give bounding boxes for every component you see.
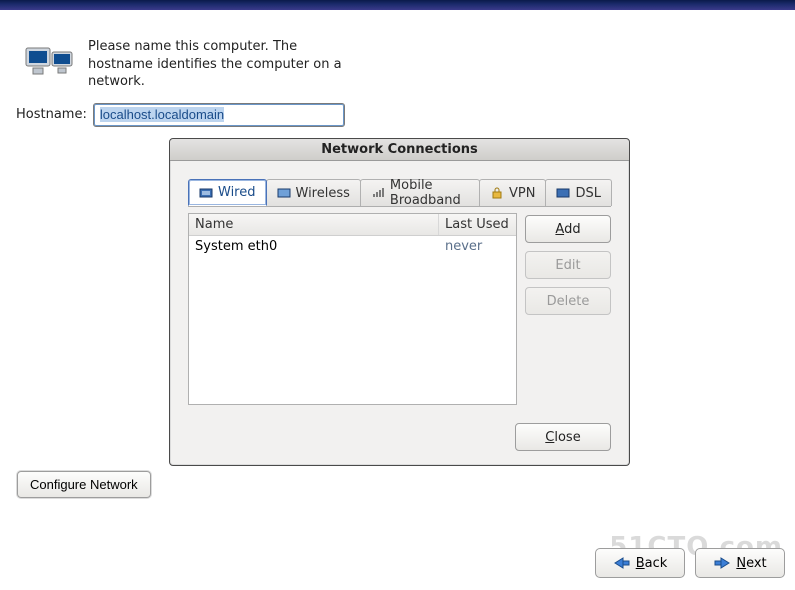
back-button-label: Back [636, 556, 668, 571]
hostname-label: Hostname: [16, 107, 87, 122]
configure-network-button[interactable]: Configure Network [17, 471, 151, 498]
network-connections-dialog: Network Connections Wired Wireless Mobil… [169, 138, 630, 466]
hostname-row: Hostname: [16, 103, 795, 127]
cell-last-used: never [439, 236, 516, 258]
close-button-label: Close [545, 430, 580, 445]
edit-button: Edit [525, 251, 611, 279]
tab-label: Wired [218, 185, 256, 200]
column-name[interactable]: Name [189, 214, 439, 235]
dialog-title: Network Connections [170, 139, 629, 161]
dsl-icon [556, 186, 570, 200]
panel-row: Name Last Used System eth0 never Add Edi… [188, 213, 611, 405]
top-banner [0, 0, 795, 10]
table-row[interactable]: System eth0 never [189, 236, 516, 258]
wired-icon [199, 186, 213, 200]
tab-label: DSL [575, 186, 601, 201]
edit-button-label: Edit [555, 258, 580, 273]
tab-mobile-broadband[interactable]: Mobile Broadband [360, 179, 480, 206]
vpn-icon [490, 186, 504, 200]
dialog-body: Wired Wireless Mobile Broadband VPN [170, 161, 629, 417]
side-buttons: Add Edit Delete [525, 215, 611, 405]
connections-grid[interactable]: Name Last Used System eth0 never [188, 213, 517, 405]
nav-footer: Back Next [595, 548, 785, 578]
back-button[interactable]: Back [595, 548, 685, 578]
tab-dsl[interactable]: DSL [545, 179, 612, 206]
instruction-text: Please name this computer. The hostname … [88, 38, 348, 91]
next-button-label: Next [736, 556, 766, 571]
add-button-label: Add [555, 222, 580, 237]
delete-button: Delete [525, 287, 611, 315]
wireless-icon [277, 186, 291, 200]
computer-icon [24, 42, 76, 82]
tab-wireless[interactable]: Wireless [266, 179, 361, 206]
dialog-footer: Close [515, 423, 611, 451]
cell-name: System eth0 [189, 236, 439, 258]
tab-wired[interactable]: Wired [188, 179, 267, 206]
close-button[interactable]: Close [515, 423, 611, 451]
hostname-input[interactable] [93, 103, 345, 127]
arrow-left-icon [613, 556, 631, 570]
grid-header: Name Last Used [189, 214, 516, 236]
mobile-icon [371, 186, 385, 200]
instruction-row: Please name this computer. The hostname … [24, 38, 795, 91]
tab-label: Mobile Broadband [390, 178, 469, 208]
arrow-right-icon [713, 556, 731, 570]
next-button[interactable]: Next [695, 548, 785, 578]
tab-label: VPN [509, 186, 535, 201]
tabbar: Wired Wireless Mobile Broadband VPN [188, 179, 611, 207]
column-last-used[interactable]: Last Used [439, 214, 516, 235]
add-button[interactable]: Add [525, 215, 611, 243]
tab-vpn[interactable]: VPN [479, 179, 546, 206]
delete-button-label: Delete [547, 294, 590, 309]
tab-label: Wireless [296, 186, 350, 201]
